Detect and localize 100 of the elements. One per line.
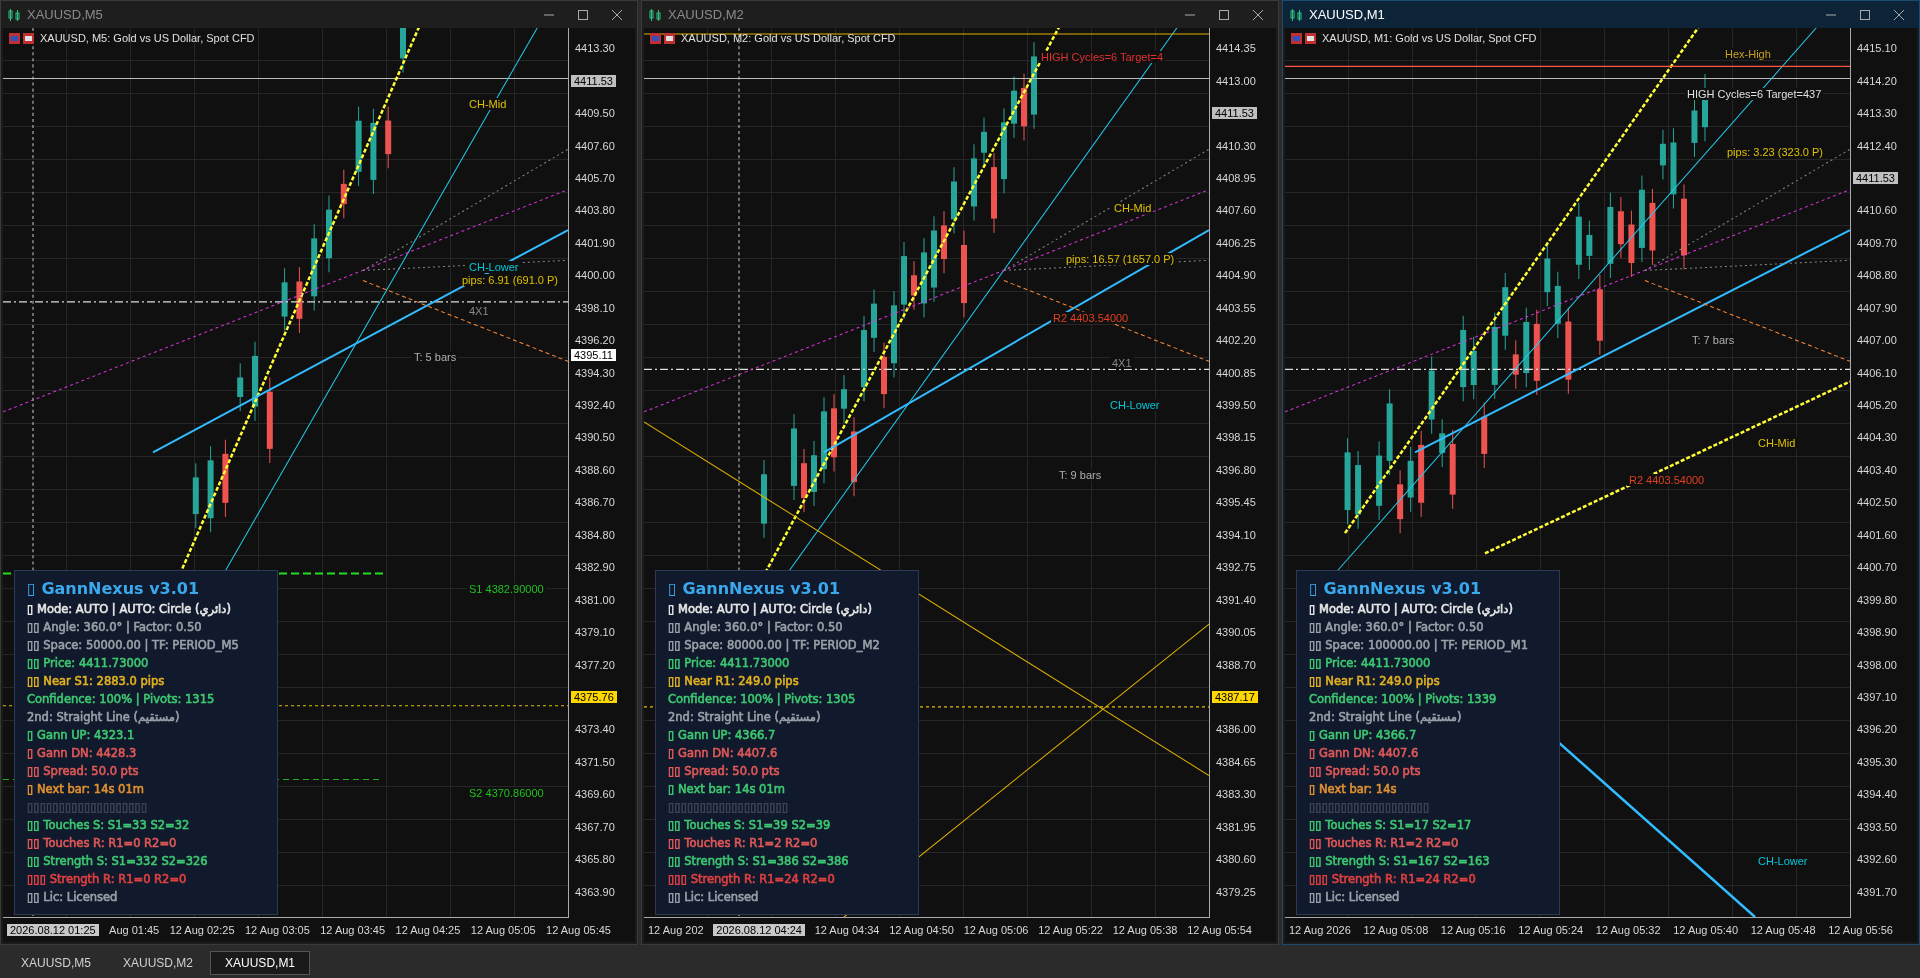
candlestick (951, 166, 957, 234)
panel-line: Confidence: 100% | Pivots: 1339 (1309, 691, 1498, 708)
panel-line: 2nd: Straight Line (مستقيم) (1309, 709, 1463, 726)
price-label: 4384.80 (574, 528, 615, 541)
price-label: 4384.65 (1215, 755, 1256, 768)
price-label: 4383.30 (1215, 788, 1256, 801)
chart-tab[interactable]: XAUUSD,M1 (210, 951, 311, 975)
price-marker: 4375.76 (571, 690, 617, 703)
close-icon (1894, 9, 1904, 20)
price-label: 4390.05 (1215, 626, 1256, 639)
price-label: 4396.80 (1215, 463, 1256, 476)
price-label: 4398.10 (574, 301, 615, 314)
maximize-icon (1860, 9, 1870, 20)
time-label: 12 Aug 2026 (1289, 924, 1351, 936)
time-label: 12 Aug 202 (648, 924, 704, 936)
crosshair-time-label: 2026.08.12 01:25 (7, 924, 99, 936)
price-label: 4403.55 (1215, 301, 1256, 314)
candlestick (385, 105, 392, 169)
price-label: 4403.80 (574, 204, 615, 217)
price-label: 4379.25 (1215, 885, 1256, 898)
time-label: 12 Aug 05:16 (1440, 924, 1506, 936)
panel-line: ▯ Mode: AUTO | AUTO: Circle (دائري) (1309, 601, 1514, 618)
panel-line: ▯ Next bar: 14s (1309, 781, 1398, 798)
price-label: 4407.90 (1856, 301, 1897, 314)
price-label: 4412.40 (1856, 139, 1897, 152)
price-label: 4406.25 (1215, 236, 1256, 249)
candlestick (1544, 243, 1551, 307)
candlestick-icon (7, 7, 21, 22)
price-label: 4386.00 (1215, 723, 1256, 736)
price-label: 4401.90 (574, 236, 615, 249)
candlestick (1470, 336, 1477, 400)
price-label: 4367.70 (574, 820, 615, 833)
price-marker: 4411.53 (1212, 107, 1257, 120)
price-label: 4414.35 (1215, 42, 1256, 55)
panel-line: ▯▯ Touches R: R1=2 R2=0 (1309, 835, 1460, 852)
price-label: 4398.00 (1856, 658, 1897, 671)
time-label: 12 Aug 05:22 (1038, 924, 1103, 936)
chart-annotation: CH-Lower (467, 261, 521, 273)
panel-line: ▯▯ Angle: 360.0° | Factor: 0.50 (1309, 619, 1485, 636)
price-label: 4407.60 (1215, 204, 1256, 217)
candlestick (911, 260, 917, 311)
close-icon (1253, 9, 1263, 20)
price-label: 4400.70 (1856, 561, 1897, 574)
price-marker: 4395.11 (571, 349, 616, 362)
chart-annotation: pips: 16.57 (1657.0 P) (1064, 253, 1177, 265)
price-label: 4371.50 (574, 755, 615, 768)
time-label: 12 Aug 05:05 (470, 924, 536, 936)
panel-title: ▯ GannNexus v3.01 (668, 579, 842, 598)
price-label: 4402.20 (1215, 334, 1256, 347)
panel-line: ▯▯ Touches R: R1=2 R2=0 (668, 835, 819, 852)
price-label: 4414.20 (1856, 74, 1897, 87)
panel-line: ▯▯▯▯▯▯▯▯▯▯▯▯▯▯▯▯▯▯▯ (668, 799, 790, 816)
price-label: 4386.70 (574, 496, 615, 509)
price-label: 4399.50 (1215, 399, 1256, 412)
flag-icon (1291, 32, 1317, 44)
candlestick (1586, 220, 1593, 271)
panel-line: ▯▯ Spread: 50.0 pts (27, 763, 140, 780)
panel-line: ▯ Next bar: 14s 01m (668, 781, 786, 798)
candlestick (871, 289, 877, 353)
candlestick (1407, 446, 1414, 513)
panel-line: ▯▯ Touches S: S1=33 S2=32 (27, 817, 191, 834)
panel-line: ▯▯ Near R1: 249.0 pips (668, 673, 800, 690)
price-label: 4392.75 (1215, 561, 1256, 574)
time-label: 12 Aug 04:34 (814, 924, 880, 936)
price-marker: 4387.17 (1212, 690, 1258, 703)
chart-tab[interactable]: XAUUSD,M2 (108, 951, 209, 975)
price-label: 4404.30 (1856, 431, 1897, 444)
price-label: 4400.00 (574, 269, 615, 282)
price-label: 4390.50 (574, 431, 615, 444)
panel-line: ▯▯ Space: 50000.00 | TF: PERIOD_M5 (27, 637, 240, 654)
price-label: 4369.60 (574, 788, 615, 801)
time-label: 12 Aug 05:08 (1363, 924, 1429, 936)
price-label: 4397.10 (1856, 690, 1897, 703)
chart-annotation: Hex-High (1723, 48, 1773, 60)
price-label: 4410.60 (1856, 204, 1897, 217)
candlestick-icon (648, 7, 662, 22)
chart-annotation: 4X1 (467, 305, 491, 317)
candlestick (1439, 418, 1446, 468)
candlestick (1011, 76, 1017, 139)
price-label: 4400.85 (1215, 366, 1256, 379)
candlestick (1512, 339, 1519, 390)
close-icon (612, 9, 622, 20)
panel-line: Confidence: 100% | Pivots: 1315 (27, 691, 216, 708)
price-label: 4392.60 (1856, 853, 1897, 866)
price-label: 4396.20 (574, 334, 615, 347)
price-label: 4407.60 (574, 139, 615, 152)
time-label: 12 Aug 05:45 (546, 924, 611, 936)
chart-tab[interactable]: XAUUSD,M5 (6, 951, 106, 975)
panel-title: ▯ GannNexus v3.01 (1309, 579, 1483, 598)
panel-line: ▯ Gann DN: 4428.3 (27, 745, 138, 762)
time-label: 12 Aug 03:45 (320, 924, 386, 936)
candlestick (841, 374, 847, 424)
candlestick (801, 448, 807, 513)
price-label: 4407.00 (1856, 334, 1897, 347)
price-label: 4413.30 (574, 42, 615, 55)
price-label: 4391.70 (1856, 885, 1897, 898)
panel-line: ▯ Gann DN: 4407.6 (668, 745, 779, 762)
panel-line: ▯ Next bar: 14s 01m (27, 781, 145, 798)
panel-line: ▯ Mode: AUTO | AUTO: Circle (دائري) (27, 601, 232, 618)
flag-icon (650, 32, 676, 44)
